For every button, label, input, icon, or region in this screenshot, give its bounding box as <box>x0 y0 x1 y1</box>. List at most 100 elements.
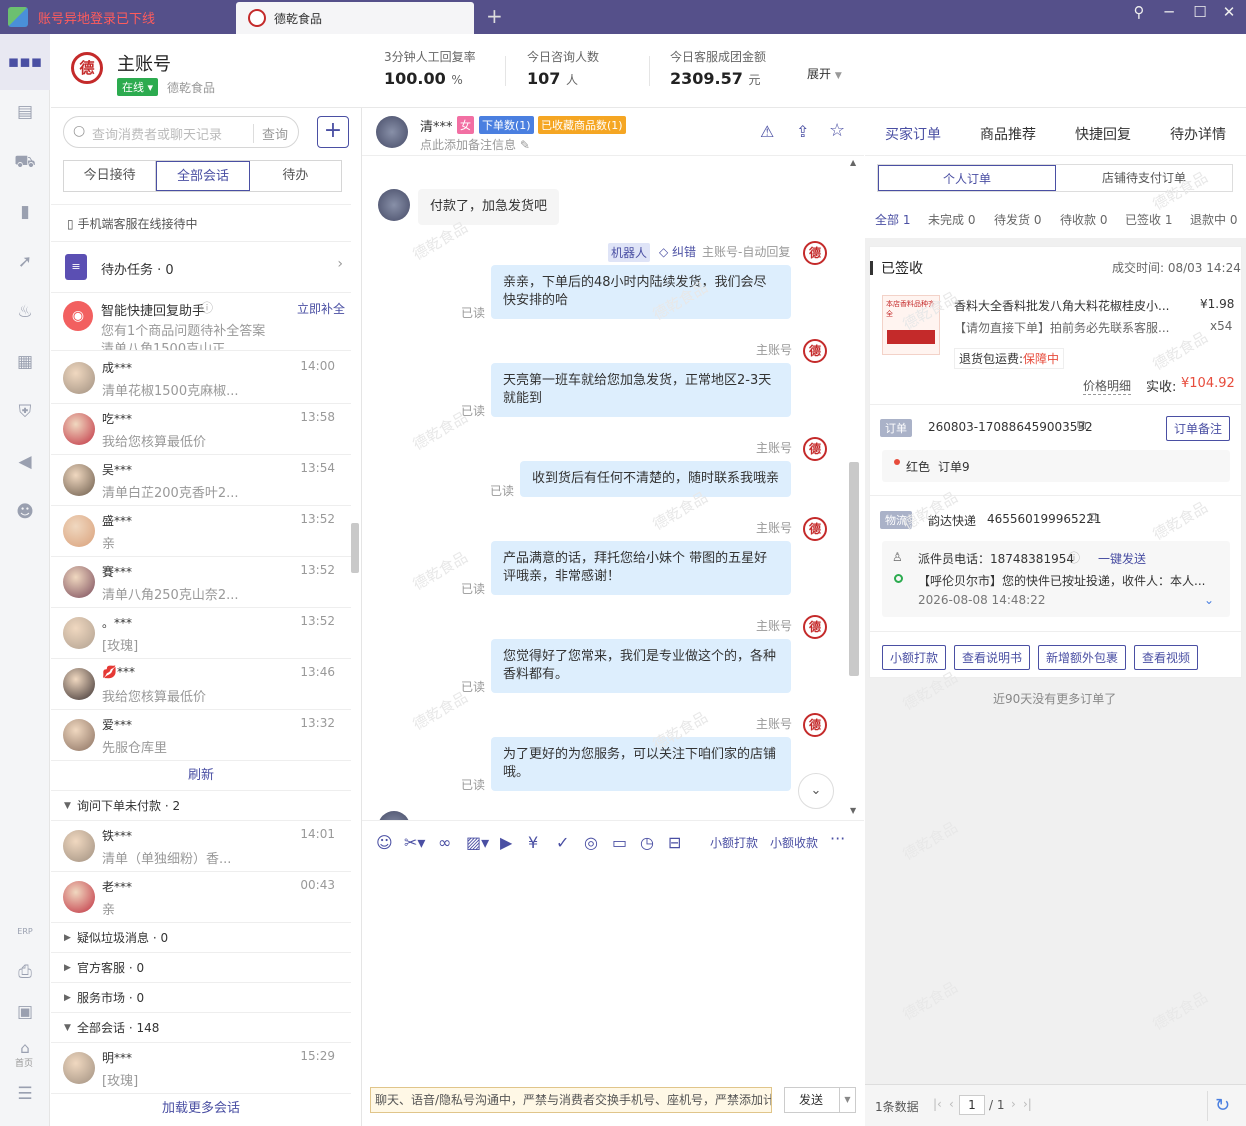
page-input[interactable]: 1 <box>959 1095 985 1115</box>
last-page-icon[interactable]: ›| <box>1023 1097 1032 1111</box>
prev-page-icon[interactable]: ‹ <box>949 1097 954 1111</box>
add-tab-button[interactable]: + <box>486 6 503 26</box>
conversation-item[interactable]: 盛*** 13:52 亲 <box>51 506 351 557</box>
personal-orders[interactable]: 个人订单 <box>878 165 1056 191</box>
filter-all[interactable]: 全部 1 <box>875 211 910 228</box>
image-icon[interactable]: ▨▾ <box>466 833 489 852</box>
expand-button[interactable]: 展开 ▼ <box>807 65 842 82</box>
scroll-bottom-button[interactable]: ⌄ <box>798 773 834 809</box>
help-icon[interactable]: ⓘ <box>1068 549 1080 566</box>
scroll-down-icon[interactable]: ▼ <box>850 806 856 815</box>
speaker-nav-icon[interactable]: ◀ <box>13 450 37 474</box>
filter-refunding[interactable]: 退款中 0 <box>1190 211 1237 228</box>
seg-todo[interactable]: 待办 <box>250 161 341 191</box>
erp-nav-icon[interactable]: ERP <box>13 920 37 944</box>
link-icon[interactable]: ∞ <box>438 833 451 852</box>
small-pay-action[interactable]: 小额打款 <box>882 645 947 670</box>
video-action[interactable]: 查看视频 <box>1134 645 1199 670</box>
conversation-item[interactable]: 💋*** 13:46 我给您核算最低价 <box>51 659 351 710</box>
send-button[interactable]: 发送 ▼ <box>784 1087 856 1113</box>
search-input[interactable]: ○ 查询消费者或聊天记录 查询 <box>63 116 299 148</box>
seg-all[interactable]: 全部会话 <box>156 161 250 191</box>
tab-shop[interactable]: 德乾食品 <box>236 2 474 34</box>
conversation-item[interactable]: 爱*** 13:32 先服仓库里 <box>51 710 351 761</box>
emoji-icon[interactable]: ☺ <box>376 833 393 852</box>
help-icon[interactable]: ⓘ <box>201 299 213 316</box>
shield-nav-icon[interactable]: ⛨ <box>13 400 37 424</box>
conversation-item[interactable]: 铁*** 14:01 清单（单独细粉）香... <box>51 821 351 872</box>
tab-buyer-orders[interactable]: 买家订单 <box>885 124 941 158</box>
conversation-item[interactable]: 老*** 00:43 亲 <box>51 872 351 923</box>
shop-pending-orders[interactable]: 店铺待支付订单 <box>1056 165 1232 191</box>
add-button[interactable]: + <box>317 116 349 148</box>
tab-offline-notice[interactable]: 账号异地登录已下线 <box>0 0 236 34</box>
maximize-icon[interactable]: ☐ <box>1185 3 1215 21</box>
close-icon[interactable]: ✕ <box>1214 3 1244 21</box>
tab-product-recommend[interactable]: 商品推荐 <box>980 124 1036 144</box>
group-official[interactable]: ▶ 官方客服 · 0 <box>51 953 351 983</box>
users-nav-icon[interactable]: ☻ <box>13 500 37 524</box>
chevron-down-icon[interactable]: ⌄ <box>1204 593 1214 607</box>
document-nav-icon[interactable]: ▤ <box>13 100 37 124</box>
product-title[interactable]: 香料大全香料批发八角大料花椒桂皮小... <box>954 297 1169 314</box>
conversation-item[interactable]: 成*** 14:00 清单花椒1500克麻椒... <box>51 353 351 404</box>
one-click-send-link[interactable]: 一键发送 <box>1098 550 1146 567</box>
conversation-item[interactable]: 賽*** 13:52 清单八角250克山奈2... <box>51 557 351 608</box>
folder-icon[interactable]: ▭ <box>612 833 627 852</box>
tab-todo-detail[interactable]: 待办详情 <box>1170 124 1226 144</box>
filter-unfinished[interactable]: 未完成 0 <box>928 211 975 228</box>
new-package-action[interactable]: 新增额外包裹 <box>1038 645 1127 670</box>
product-image[interactable]: 本店香料品种齐全 <box>882 295 940 355</box>
clock-icon[interactable]: ◷ <box>640 833 654 852</box>
small-pay-button[interactable]: 小额打款 <box>710 834 758 851</box>
group-unpaid[interactable]: ▼ 询问下单未付款 · 2 <box>51 791 351 821</box>
star-icon[interactable]: ☆ <box>829 120 845 141</box>
tab-quick-reply[interactable]: 快捷回复 <box>1075 124 1131 144</box>
manual-action[interactable]: 查看说明书 <box>954 645 1031 670</box>
video-icon[interactable]: ▶ <box>500 833 512 852</box>
apps-nav-icon[interactable]: ▦ <box>13 350 37 374</box>
scissors-icon[interactable]: ✂▾ <box>404 833 425 852</box>
assistant-link[interactable]: 立即补全 <box>297 300 345 317</box>
remark-link[interactable]: 点此添加备注信息 ✎ <box>420 136 530 153</box>
refresh-icon[interactable]: ↻ <box>1207 1091 1237 1121</box>
briefcase-nav-icon[interactable]: ▣ <box>13 1000 37 1024</box>
bag-nav-icon[interactable]: ⛟ <box>13 150 37 174</box>
scrollbar[interactable] <box>849 462 859 676</box>
search-button[interactable]: 查询 <box>252 124 288 143</box>
coupon-icon[interactable]: ¥ <box>528 833 538 852</box>
group-all[interactable]: ▼ 全部会话 · 148 <box>51 1013 351 1043</box>
box-icon[interactable]: ⊟ <box>668 833 681 852</box>
shield-check-icon[interactable]: ✓ <box>556 833 569 852</box>
stamp-icon[interactable]: ◎ <box>584 833 598 852</box>
fire-nav-icon[interactable]: ♨ <box>13 300 37 324</box>
filter-to-ship[interactable]: 待发货 0 <box>994 211 1041 228</box>
first-page-icon[interactable]: |‹ <box>933 1097 942 1111</box>
rocket-nav-icon[interactable]: ➚ <box>13 250 37 274</box>
filter-signed[interactable]: 已签收 1 <box>1125 211 1172 228</box>
message-input[interactable] <box>362 864 864 1080</box>
warning-icon[interactable]: ⚠ <box>760 122 774 141</box>
minimize-icon[interactable]: ─ <box>1154 3 1184 21</box>
conversation-item[interactable]: 明*** 15:29 [玫瑰] <box>51 1043 351 1094</box>
conversation-item[interactable]: 吴*** 13:54 清单白芷200克香叶2... <box>51 455 351 506</box>
assistant-row[interactable]: ◉ 智能快捷回复助手 ⓘ 立即补全 您有1个商品问题待补全答案 清单八角1500… <box>51 293 351 351</box>
group-spam[interactable]: ▶ 疑似垃圾消息 · 0 <box>51 923 351 953</box>
refresh-button[interactable]: 刷新 <box>51 761 351 791</box>
menu-nav-icon[interactable]: ☰ <box>13 1082 37 1106</box>
price-detail-link[interactable]: 价格明细 <box>1083 377 1132 395</box>
printer-nav-icon[interactable]: ⎙ <box>13 960 37 984</box>
todo-row[interactable]: ≡ 待办任务 · 0 › <box>51 242 351 293</box>
correct-link[interactable]: ◇ 纠错 <box>659 243 696 260</box>
copy-icon[interactable]: ⧉ <box>1089 510 1098 525</box>
load-more-button[interactable]: 加载更多会话 <box>51 1094 351 1124</box>
conversation-item[interactable]: 吃*** 13:58 我给您核算最低价 <box>51 404 351 455</box>
more-icon[interactable]: ··· <box>830 829 845 848</box>
chat-nav-icon[interactable]: ▪▪▪ <box>0 34 50 90</box>
chart-nav-icon[interactable]: ▮ <box>13 200 37 224</box>
send-options-icon[interactable]: ▼ <box>839 1088 855 1112</box>
group-market[interactable]: ▶ 服务市场 · 0 <box>51 983 351 1013</box>
filter-to-collect[interactable]: 待收款 0 <box>1060 211 1107 228</box>
conversation-item[interactable]: 。*** 13:52 [玫瑰] <box>51 608 351 659</box>
seg-today[interactable]: 今日接待 <box>64 161 157 191</box>
